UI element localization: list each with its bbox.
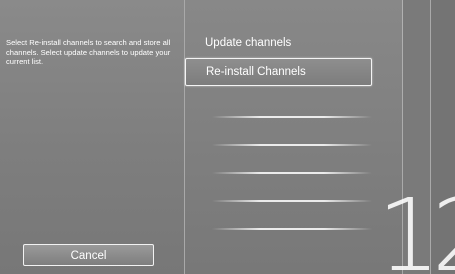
empty-menu-slot [212, 228, 372, 230]
info-description: Select Re-install channels to search and… [6, 38, 171, 66]
channel-menu: Update channels Re-install Channels [185, 0, 403, 274]
info-panel: Select Re-install channels to search and… [0, 0, 184, 274]
cancel-button[interactable]: Cancel [23, 244, 154, 266]
empty-menu-slot [212, 200, 372, 202]
step-indicator-number: 123 [377, 177, 455, 274]
empty-menu-slot [212, 116, 372, 118]
empty-menu-slot [212, 172, 372, 174]
menu-item-update-channels[interactable]: Update channels [185, 30, 372, 58]
menu-item-reinstall-channels[interactable]: Re-install Channels [185, 58, 372, 86]
empty-menu-slot [212, 144, 372, 146]
channel-installation-screen: Select Re-install channels to search and… [0, 0, 455, 274]
